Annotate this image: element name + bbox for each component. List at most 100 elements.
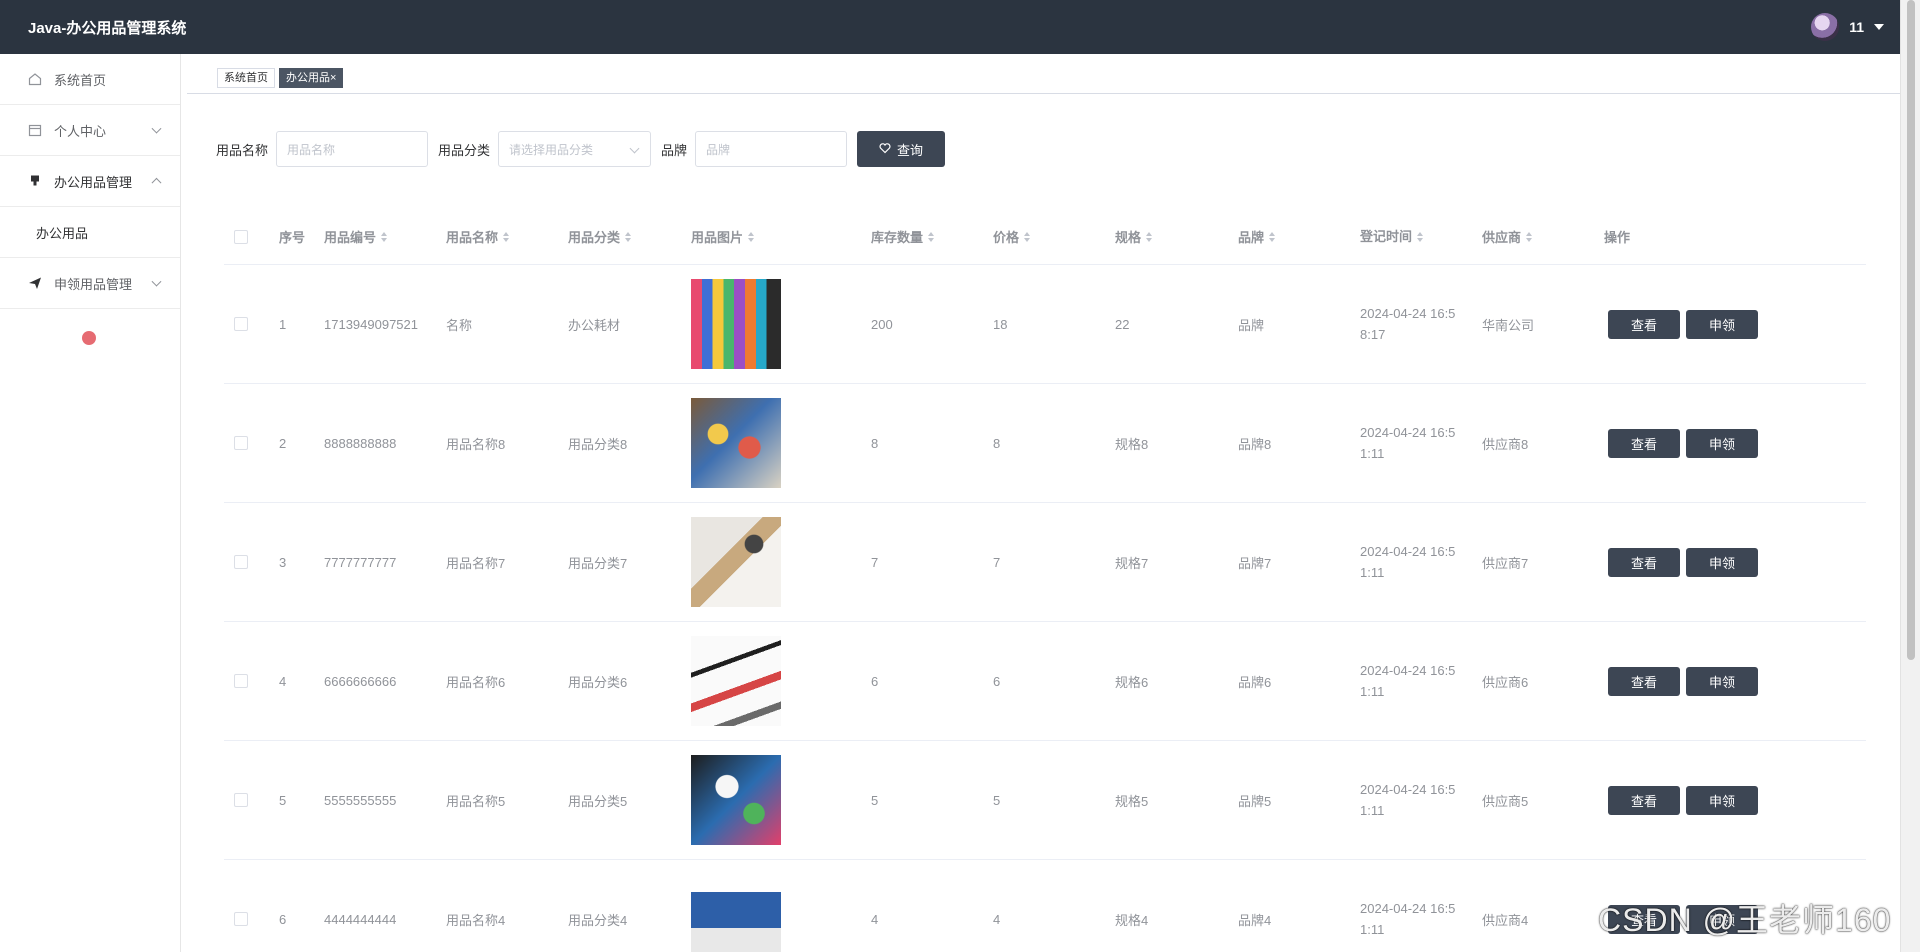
header-name[interactable]: 用品名称 [446, 227, 568, 246]
row-checkbox[interactable] [234, 555, 248, 569]
cell-name: 用品名称5 [446, 793, 506, 809]
apply-button[interactable]: 申领 [1686, 785, 1758, 815]
sort-icon [748, 231, 755, 242]
header-price[interactable]: 价格 [993, 227, 1115, 246]
table-row: 2 8888888888 用品名称8 用品分类8 8 8 规格8 品牌8 2024-04-24 … [224, 384, 1866, 503]
home-icon [28, 72, 42, 86]
header-supplier[interactable]: 供应商 [1482, 227, 1604, 246]
row-checkbox[interactable] [234, 912, 248, 926]
page-scrollbar[interactable] [1900, 0, 1920, 952]
cell-category: 用品分类7 [568, 555, 628, 571]
cell-stock: 6 [871, 673, 879, 689]
product-thumbnail[interactable] [691, 398, 781, 488]
caret-down-icon[interactable] [1874, 24, 1884, 30]
header-brand[interactable]: 品牌 [1238, 227, 1360, 246]
apply-button[interactable]: 申领 [1686, 547, 1758, 577]
cell-supplier: 华南公司 [1482, 317, 1535, 333]
sidebar-item-home[interactable]: 系统首页 [0, 54, 180, 105]
row-checkbox-cell [224, 555, 279, 569]
username[interactable]: 11 [1849, 19, 1864, 35]
cell-brand: 品牌4 [1238, 912, 1272, 928]
cell-spec: 规格8 [1115, 436, 1149, 452]
apply-button[interactable]: 申领 [1686, 428, 1758, 458]
sidebar-item-apply-management[interactable]: 申领用品管理 [0, 258, 180, 309]
product-thumbnail[interactable] [691, 279, 781, 369]
product-thumbnail[interactable] [691, 517, 781, 607]
sort-icon [928, 231, 935, 242]
sidebar-item-office-supplies-management[interactable]: 办公用品管理 [0, 156, 180, 207]
view-button[interactable]: 查看 [1608, 547, 1680, 577]
sidebar-item-office-supplies[interactable]: 办公用品 [0, 207, 180, 258]
header-time[interactable]: 登记时间 [1360, 226, 1482, 247]
cell-time: 2024-04-24 16:5 1:11 [1360, 660, 1482, 702]
product-thumbnail[interactable] [691, 874, 781, 952]
cell-time: 2024-04-24 16:5 1:11 [1360, 541, 1482, 583]
tags-bar: 系统首页 办公用品× [187, 62, 1900, 94]
cell-image [691, 755, 871, 845]
row-checkbox[interactable] [234, 436, 248, 450]
header-spec[interactable]: 规格 [1115, 227, 1238, 246]
cell-category: 办公耗材 [568, 317, 621, 333]
tag-home[interactable]: 系统首页 [217, 67, 275, 88]
sidebar-item-label: 办公用品 [36, 225, 89, 241]
cell-spec: 规格7 [1115, 555, 1149, 571]
avatar[interactable] [1811, 13, 1840, 41]
time-line-1: 2024-04-24 16:5 [1360, 782, 1456, 797]
row-checkbox-cell [224, 674, 279, 688]
cell-stock: 8 [871, 435, 879, 451]
row-checkbox-cell [224, 912, 279, 926]
tag-office-supplies[interactable]: 办公用品× [279, 67, 344, 88]
view-button[interactable]: 查看 [1608, 785, 1680, 815]
cell-time: 2024-04-24 16:5 1:11 [1360, 779, 1482, 821]
header-stock[interactable]: 库存数量 [871, 227, 993, 246]
name-input[interactable]: 用品名称 [276, 131, 429, 167]
cell-supplier: 供应商8 [1482, 436, 1529, 452]
sort-icon [1024, 231, 1031, 242]
row-checkbox[interactable] [234, 674, 248, 688]
search-button[interactable]: 查询 [857, 131, 946, 167]
cell-time: 2024-04-24 16:5 1:11 [1360, 422, 1482, 464]
cell-spec: 规格4 [1115, 912, 1149, 928]
apply-button[interactable]: 申领 [1686, 666, 1758, 696]
view-button[interactable]: 查看 [1608, 428, 1680, 458]
cell-actions: 查看 申领 [1604, 428, 1764, 458]
search-button-label: 查询 [897, 142, 924, 158]
cell-name: 用品名称4 [446, 912, 506, 928]
top-header: Java-办公用品管理系统 11 [0, 0, 1900, 54]
time-line-2: 1:11 [1360, 446, 1385, 461]
row-checkbox-cell [224, 317, 279, 331]
category-select[interactable]: 请选择用品分类 [498, 131, 652, 167]
cell-brand: 品牌8 [1238, 436, 1272, 452]
apply-button[interactable]: 申领 [1686, 309, 1758, 339]
brand-label: 品牌 [661, 142, 688, 158]
brand-input[interactable]: 品牌 [695, 131, 848, 167]
scroll-thumb[interactable] [1907, 0, 1915, 660]
product-thumbnail[interactable] [691, 636, 781, 726]
cell-index: 6 [279, 911, 287, 927]
cell-price: 6 [993, 673, 1001, 689]
cell-stock: 4 [871, 911, 879, 927]
sidebar-item-personal-center[interactable]: 个人中心 [0, 105, 180, 156]
table-body: 1 1713949097521 名称 办公耗材 200 18 22 品牌 2024-04-24 … [224, 265, 1866, 952]
cell-image [691, 517, 871, 607]
select-all-checkbox[interactable] [234, 229, 248, 244]
view-button[interactable]: 查看 [1608, 309, 1680, 339]
row-checkbox[interactable] [234, 793, 248, 807]
sort-icon [381, 231, 388, 242]
sort-icon [503, 231, 510, 242]
cell-brand: 品牌6 [1238, 674, 1272, 690]
send-icon [28, 276, 42, 290]
product-thumbnail[interactable] [691, 755, 781, 845]
table-row: 1 1713949097521 名称 办公耗材 200 18 22 品牌 2024-04-24 … [224, 265, 1866, 384]
row-checkbox[interactable] [234, 317, 248, 331]
header-category[interactable]: 用品分类 [568, 227, 691, 246]
header-code[interactable]: 用品编号 [324, 227, 446, 246]
user-menu[interactable]: 11 [1811, 13, 1884, 41]
table-header: 序号 用品编号 用品名称 用品分类 用品图片 库存数量 价格 规格 品牌 登记时… [224, 209, 1866, 265]
header-image[interactable]: 用品图片 [691, 227, 871, 246]
calendar-icon [28, 123, 42, 137]
sort-icon [1269, 231, 1276, 242]
sidebar-item-label: 申领用品管理 [54, 276, 133, 292]
cell-actions: 查看 申领 [1604, 785, 1764, 815]
view-button[interactable]: 查看 [1608, 666, 1680, 696]
